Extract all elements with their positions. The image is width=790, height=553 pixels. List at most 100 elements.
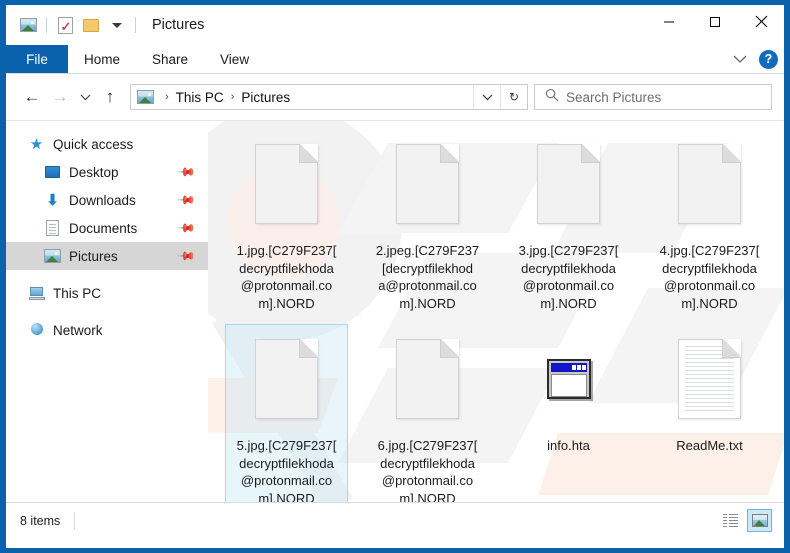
sidebar-item-quick-access[interactable]: ★ Quick access	[6, 130, 208, 158]
status-bar: 8 items	[6, 502, 784, 538]
download-icon: ⬇	[46, 191, 59, 209]
breadcrumb-this-pc[interactable]: This PC	[172, 90, 228, 105]
file-name-label: 4.jpg.[C279F237[ decryptfilekhoda @proto…	[659, 243, 760, 311]
pin-icon[interactable]: 📌	[176, 218, 196, 238]
sidebar-item-label: Network	[53, 322, 103, 338]
blank-file-icon	[670, 134, 750, 234]
ribbon-right-controls: ?	[729, 45, 778, 73]
file-item[interactable]: 1.jpg.[C279F237[ decryptfilekhoda @proto…	[225, 129, 348, 324]
file-item[interactable]: 3.jpg.[C279F237[ decryptfilekhoda @proto…	[507, 129, 630, 324]
view-toggle-group	[718, 509, 772, 532]
blank-file-icon	[529, 134, 609, 234]
file-item-selected[interactable]: 5.jpg.[C279F237[ decryptfilekhoda @proto…	[225, 324, 348, 502]
sidebar-item-label: Downloads	[69, 192, 136, 208]
sidebar-item-label: Quick access	[53, 136, 134, 152]
title-bar: ✓ Pictures	[6, 5, 784, 45]
sidebar-item-label: Pictures	[69, 248, 118, 264]
sidebar-item-label: Documents	[69, 220, 138, 236]
refresh-button[interactable]: ↻	[500, 85, 527, 109]
navigation-pane: ★ Quick access Desktop 📌 ⬇ Downloads 📌 D…	[6, 121, 208, 502]
explorer-body: ★ Quick access Desktop 📌 ⬇ Downloads 📌 D…	[6, 120, 784, 502]
blank-file-icon	[247, 329, 327, 429]
sidebar-item-label: This PC	[53, 285, 102, 301]
document-icon	[44, 220, 61, 236]
window-title: Pictures	[152, 17, 205, 33]
back-button[interactable]: ←	[18, 83, 46, 111]
help-button[interactable]: ?	[759, 49, 778, 69]
tab-file[interactable]: File	[6, 45, 68, 73]
large-icons-view-button[interactable]	[747, 509, 772, 532]
toolbar-divider-2	[135, 17, 136, 33]
file-explorer-window: ✓ Pictures File Home Share View ? ← → ↑ …	[6, 5, 784, 548]
up-button[interactable]: ↑	[96, 83, 124, 111]
file-item[interactable]: info.hta	[507, 324, 630, 502]
expand-ribbon-chevron-down-icon[interactable]	[729, 48, 751, 70]
forward-button[interactable]: →	[46, 83, 74, 111]
file-item[interactable]: 4.jpg.[C279F237[ decryptfilekhoda @proto…	[648, 129, 771, 324]
star-icon: ★	[29, 135, 44, 153]
details-view-button[interactable]	[718, 509, 743, 532]
address-bar-row: ← → ↑ › This PC › Pictures ↻ Search Pict…	[6, 74, 784, 120]
sidebar-item-label: Desktop	[69, 164, 119, 180]
sidebar-item-pictures[interactable]: Pictures 📌	[6, 242, 208, 270]
file-grid: 1.jpg.[C279F237[ decryptfilekhoda @proto…	[208, 121, 784, 502]
maximize-button[interactable]	[692, 5, 738, 38]
blank-file-icon	[388, 329, 468, 429]
file-item[interactable]: 6.jpg.[C279F237[ decryptfilekhoda @proto…	[366, 324, 489, 502]
file-name-label: 1.jpg.[C279F237[ decryptfilekhoda @proto…	[236, 243, 337, 311]
file-name-label: ReadMe.txt	[676, 438, 743, 453]
address-dropdown-chevron-down-icon[interactable]	[473, 85, 500, 109]
sidebar-item-desktop[interactable]: Desktop 📌	[6, 158, 208, 186]
pictures-icon[interactable]	[16, 13, 40, 37]
pin-icon[interactable]: 📌	[176, 246, 196, 266]
search-placeholder: Search Pictures	[566, 89, 662, 105]
sidebar-item-this-pc[interactable]: This PC	[6, 279, 208, 307]
properties-icon[interactable]: ✓	[53, 13, 77, 37]
recent-locations-chevron-down-icon[interactable]	[74, 83, 96, 111]
this-pc-icon	[28, 285, 45, 301]
file-name-label: info.hta	[547, 438, 590, 453]
tab-share[interactable]: Share	[136, 45, 204, 73]
text-document-icon	[670, 329, 750, 429]
ribbon-tab-bar: File Home Share View ?	[6, 45, 784, 74]
search-input[interactable]: Search Pictures	[534, 84, 772, 110]
file-name-label: 6.jpg.[C279F237[ decryptfilekhoda @proto…	[377, 438, 478, 502]
file-item[interactable]: 2.jpeg.[C279F237 [decryptfilekhod a@prot…	[366, 129, 489, 324]
pin-icon[interactable]: 📌	[176, 190, 196, 210]
blank-file-icon	[247, 134, 327, 234]
breadcrumb-separator-1[interactable]: ›	[164, 91, 170, 103]
file-name-label: 3.jpg.[C279F237[ decryptfilekhoda @proto…	[518, 243, 619, 311]
sidebar-item-downloads[interactable]: ⬇ Downloads 📌	[6, 186, 208, 214]
hta-application-icon	[529, 329, 609, 429]
address-bar[interactable]: › This PC › Pictures ↻	[130, 84, 528, 110]
item-count-label: 8 items	[20, 513, 61, 528]
breadcrumb-pictures-icon	[137, 89, 154, 105]
pictures-icon	[44, 248, 61, 264]
desktop-icon	[44, 164, 61, 180]
breadcrumb: › This PC › Pictures	[131, 89, 473, 105]
file-list-pane[interactable]: 1.jpg.[C279F237[ decryptfilekhoda @proto…	[208, 121, 784, 502]
tab-view[interactable]: View	[204, 45, 265, 73]
sidebar-item-documents[interactable]: Documents 📌	[6, 214, 208, 242]
status-divider	[74, 511, 76, 530]
file-name-label: 2.jpeg.[C279F237 [decryptfilekhod a@prot…	[375, 243, 480, 311]
sidebar-item-network[interactable]: Network	[6, 316, 208, 344]
file-name-label: 5.jpg.[C279F237[ decryptfilekhoda @proto…	[236, 438, 337, 502]
file-item[interactable]: ReadMe.txt	[648, 324, 771, 502]
quick-access-toolbar: ✓	[6, 13, 140, 37]
toolbar-divider	[46, 17, 47, 33]
new-folder-icon[interactable]	[79, 13, 103, 37]
tab-home[interactable]: Home	[68, 45, 136, 73]
window-controls	[646, 5, 784, 38]
search-icon	[545, 88, 559, 107]
minimize-button[interactable]	[646, 5, 692, 38]
pin-icon[interactable]: 📌	[176, 162, 196, 182]
blank-file-icon	[388, 134, 468, 234]
breadcrumb-separator-2[interactable]: ›	[230, 91, 236, 103]
close-button[interactable]	[738, 5, 784, 38]
network-icon	[28, 322, 45, 338]
customize-dropdown-icon[interactable]	[105, 13, 129, 37]
breadcrumb-pictures[interactable]: Pictures	[237, 90, 294, 105]
